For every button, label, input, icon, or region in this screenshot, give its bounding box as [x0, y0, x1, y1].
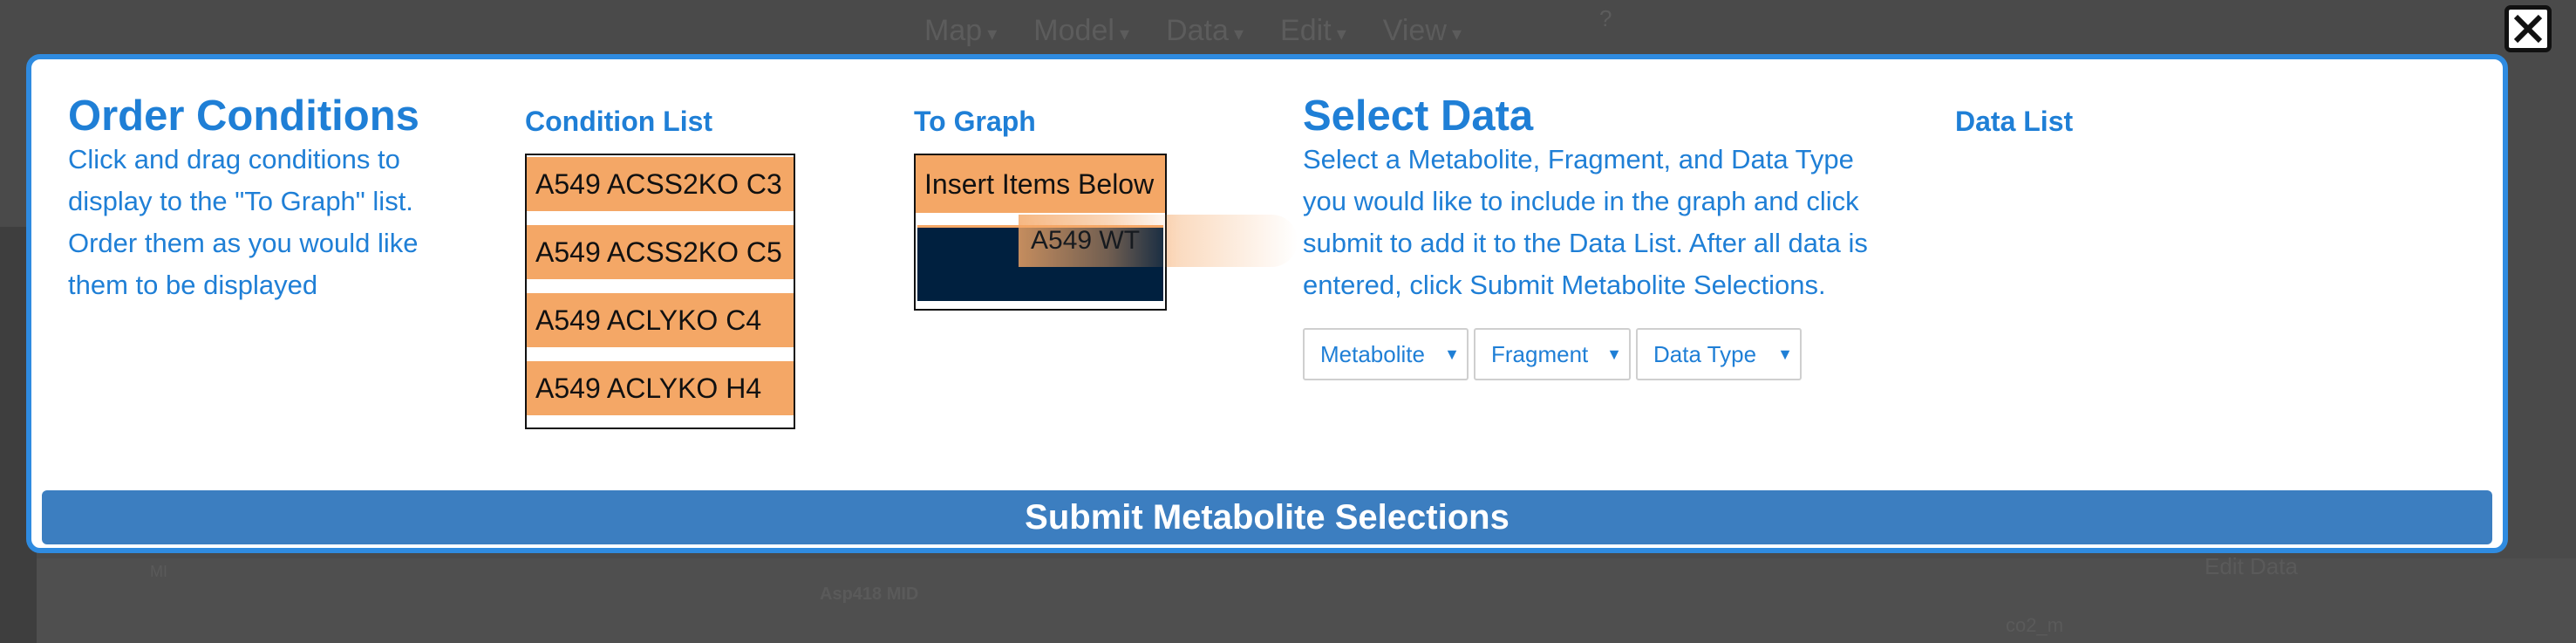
data-list-title: Data List — [1955, 106, 2074, 137]
drag-trail — [1167, 215, 1298, 267]
condition-item[interactable]: A549 ACSS2KO C5 — [527, 225, 794, 279]
select-data-description: Select a Metabolite, Fragment, and Data … — [1303, 144, 1868, 301]
metabolite-select-label: Metabolite — [1320, 341, 1425, 367]
order-conditions-modal: Order Conditions Click and drag conditio… — [26, 54, 2508, 553]
select-data-title: Select Data — [1303, 92, 1534, 140]
fragment-select[interactable]: Fragment ▼ — [1474, 328, 1631, 380]
background-help: ? — [1599, 5, 1612, 31]
data-type-select[interactable]: Data Type ▼ — [1636, 328, 1802, 380]
background-menu-view: View — [1383, 14, 1462, 48]
condition-item[interactable]: A549 ACLYKO C4 — [527, 293, 794, 347]
background-menu-map: Map — [924, 14, 997, 48]
to-graph-header: Insert Items Below — [916, 155, 1165, 213]
background-menu-data: Data — [1166, 14, 1244, 48]
order-conditions-title: Order Conditions — [68, 92, 419, 140]
background-menu-model: Model — [1033, 14, 1129, 48]
condition-list-section: Condition List — [525, 94, 804, 137]
fragment-select-label: Fragment — [1491, 341, 1589, 367]
triangle-down-icon: ▼ — [1444, 345, 1460, 363]
background-menu-bar: Map Model Data Edit View — [924, 14, 1462, 48]
close-button[interactable] — [2504, 5, 2552, 52]
background-label-co2: co2_m — [2006, 614, 2064, 636]
background-label-asp: Asp418 MID — [820, 585, 919, 604]
condition-list[interactable]: A549 ACSS2KO C3 A549 ACSS2KO C5 A549 ACL… — [525, 154, 795, 429]
background-menu-edit: Edit — [1280, 14, 1346, 48]
close-icon — [2513, 14, 2543, 44]
submit-metabolite-selections-button[interactable]: Submit Metabolite Selections — [42, 490, 2492, 544]
triangle-down-icon: ▼ — [1606, 345, 1622, 363]
condition-item[interactable]: A549 ACLYKO H4 — [527, 361, 794, 415]
order-conditions-description: Click and drag conditions to display to … — [68, 144, 419, 301]
background-label-mi: MI — [150, 563, 167, 580]
to-graph-section: To Graph — [914, 94, 1176, 137]
order-conditions-section: Order Conditions Click and drag conditio… — [68, 92, 469, 306]
data-type-select-label: Data Type — [1653, 341, 1757, 367]
select-data-section: Select Data Select a Metabolite, Fragmen… — [1303, 92, 1905, 306]
triangle-down-icon: ▼ — [1777, 345, 1793, 363]
data-list-section: Data List — [1955, 94, 2217, 137]
metabolite-select[interactable]: Metabolite ▼ — [1303, 328, 1469, 380]
to-graph-title: To Graph — [914, 106, 1036, 137]
background-footer — [37, 558, 2576, 643]
condition-item[interactable]: A549 ACSS2KO C3 — [527, 157, 794, 211]
dragging-item[interactable]: A549 WT — [1019, 215, 1181, 267]
condition-list-title: Condition List — [525, 106, 713, 137]
background-label-edit-data: Edit Data — [2205, 553, 2298, 579]
